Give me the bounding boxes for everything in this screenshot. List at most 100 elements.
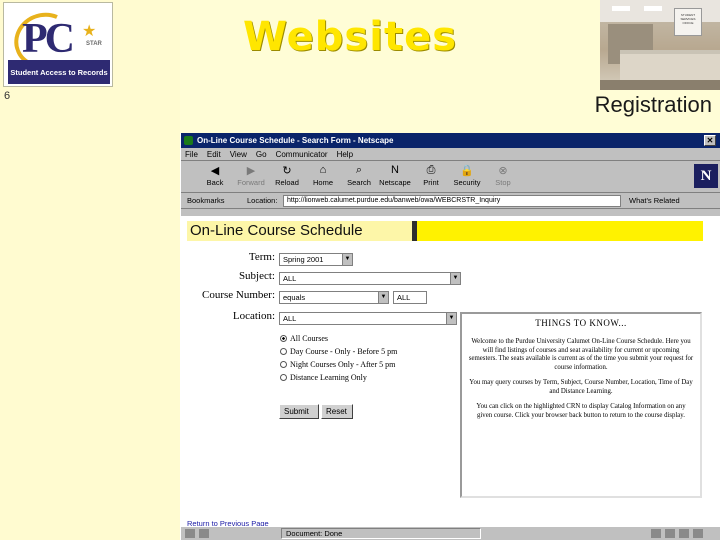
slide-number: 6: [4, 90, 11, 102]
course-number-operator-select[interactable]: equals ▼: [279, 291, 389, 304]
netscape-button[interactable]: N Netscape: [377, 161, 413, 192]
reset-button[interactable]: Reset: [321, 404, 353, 419]
menu-view[interactable]: View: [230, 148, 247, 160]
reload-button[interactable]: ↻ Reload: [269, 161, 305, 192]
stop-label: Stop: [495, 178, 511, 187]
radio-day-courses[interactable]: Day Course - Only - Before 5 pm: [280, 347, 397, 356]
radio-button[interactable]: [280, 348, 287, 355]
location-field-label: Location:: [232, 310, 275, 322]
security-label: Security: [453, 178, 481, 187]
chevron-down-icon: ▼: [378, 292, 388, 303]
security-lock-icon: 🔒: [460, 164, 474, 177]
course-number-input[interactable]: ALL: [393, 291, 427, 304]
radio-label: Distance Learning Only: [290, 373, 367, 382]
things-to-know-heading: THINGS TO KNOW...: [535, 318, 627, 328]
reload-icon: ↻: [282, 164, 292, 177]
photo-floor: [600, 80, 720, 90]
chevron-down-icon: ▼: [450, 273, 460, 284]
composer-icon[interactable]: [693, 529, 703, 538]
back-arrow-icon: ◀: [210, 164, 220, 177]
things-to-know-query: You may query courses by Term, Subject, …: [469, 379, 693, 395]
print-button[interactable]: ⎙ Print: [413, 161, 449, 192]
radio-button-checked[interactable]: [280, 335, 287, 342]
netscape-icon: N: [391, 164, 399, 176]
radio-button[interactable]: [280, 374, 287, 381]
subject-value: ALL: [283, 274, 297, 283]
term-select[interactable]: Spring 2001 ▼: [279, 253, 353, 266]
browser-titlebar: On-Line Course Schedule - Search Form - …: [181, 133, 720, 148]
submit-button[interactable]: Submit: [279, 404, 319, 419]
course-number-operator: equals: [283, 293, 306, 302]
netscape-label: Netscape: [379, 178, 411, 187]
netscape-app-icon: [184, 136, 193, 145]
menu-help[interactable]: Help: [337, 148, 353, 160]
radio-night-courses[interactable]: Night Courses Only - After 5 pm: [280, 360, 395, 369]
back-label: Back: [206, 178, 224, 187]
print-label: Print: [423, 178, 439, 187]
radio-label: All Courses: [290, 334, 328, 343]
toolbar-handle-row: [181, 209, 720, 216]
whats-related-button[interactable]: What's Related: [629, 196, 680, 205]
back-button[interactable]: ◀ Back: [197, 161, 233, 192]
chevron-down-icon: ▼: [342, 254, 352, 265]
security-status-icon: [185, 529, 195, 538]
search-icon: ⌕: [355, 163, 363, 176]
subject-label: Subject:: [238, 270, 275, 282]
star-icon: ★: [82, 23, 97, 40]
url-input[interactable]: http://lionweb.calumet.purdue.edu/banweb…: [283, 194, 621, 207]
search-label: Search: [347, 178, 371, 187]
radio-label: Night Courses Only - After 5 pm: [290, 360, 396, 369]
component-bar-icon[interactable]: [651, 529, 661, 538]
mail-icon[interactable]: [665, 529, 675, 538]
things-to-know-crn: You can click on the highlighted CRN to …: [476, 403, 686, 419]
security-button[interactable]: 🔒 Security: [449, 161, 485, 192]
radio-button[interactable]: [280, 361, 287, 368]
chevron-down-icon: ▼: [446, 313, 456, 324]
reload-label: Reload: [275, 178, 299, 187]
search-button[interactable]: ⌕ Search: [341, 161, 377, 192]
bookmarks-button[interactable]: Bookmarks: [187, 196, 247, 205]
status-text: Document: Done: [281, 528, 481, 539]
menu-go[interactable]: Go: [256, 148, 267, 160]
logo-tagline: Student Access to Records: [8, 60, 110, 84]
location-bar: Bookmarks Location: http://lionweb.calum…: [181, 193, 720, 209]
photo-light: [612, 6, 630, 11]
page-content: On-Line Course Schedule Term: Spring 200…: [181, 216, 720, 530]
course-search-form: Term: Spring 2001 ▼ Subject: ALL ▼ Course …: [187, 216, 467, 516]
discussion-icon[interactable]: [679, 529, 689, 538]
window-title: On-Line Course Schedule - Search Form - …: [197, 136, 394, 145]
pc-star-logo: PC ★ STAR Student Access to Records: [3, 2, 113, 87]
browser-menubar: File Edit View Go Communicator Help: [181, 148, 720, 161]
home-label: Home: [312, 178, 333, 187]
term-label: Term:: [248, 251, 275, 263]
print-icon: ⎙: [426, 163, 436, 176]
logo-star-text: STAR: [86, 41, 102, 47]
menu-communicator[interactable]: Communicator: [276, 148, 328, 160]
radio-all-courses[interactable]: All Courses: [280, 334, 328, 343]
home-button[interactable]: ⌂ Home: [305, 161, 341, 192]
close-window-button[interactable]: ✕: [704, 135, 716, 146]
stop-icon: ⊗: [498, 164, 508, 177]
subject-select[interactable]: ALL ▼: [279, 272, 461, 285]
slide-title: Websites: [242, 14, 458, 60]
forward-label: Forward: [237, 178, 265, 187]
photo-sign: STUDENT SERVICES OFFICE: [674, 8, 702, 36]
home-icon: ⌂: [319, 164, 327, 176]
forward-button[interactable]: ▶ Forward: [233, 161, 269, 192]
stop-button[interactable]: ⊗ Stop: [485, 161, 521, 192]
things-to-know-box: THINGS TO KNOW... Welcome to the Purdue …: [460, 312, 702, 498]
things-to-know-welcome: Welcome to the Purdue University Calumet…: [468, 338, 694, 371]
radio-distance-learning[interactable]: Distance Learning Only: [280, 373, 367, 382]
logo-letters: PC: [22, 16, 75, 62]
location-label: Location:: [247, 196, 278, 205]
menu-edit[interactable]: Edit: [207, 148, 221, 160]
browser-statusbar: Document: Done: [181, 526, 720, 540]
netscape-browser-window: On-Line Course Schedule - Search Form - …: [180, 133, 720, 540]
photo-light: [644, 6, 662, 11]
slide-subtitle: Registration: [594, 92, 712, 117]
radio-label: Day Course - Only - Before 5 pm: [290, 347, 398, 356]
location-select[interactable]: ALL ▼: [279, 312, 457, 325]
forward-arrow-icon: ▶: [246, 164, 256, 177]
menu-file[interactable]: File: [185, 148, 198, 160]
photo-ceiling: [600, 0, 720, 22]
